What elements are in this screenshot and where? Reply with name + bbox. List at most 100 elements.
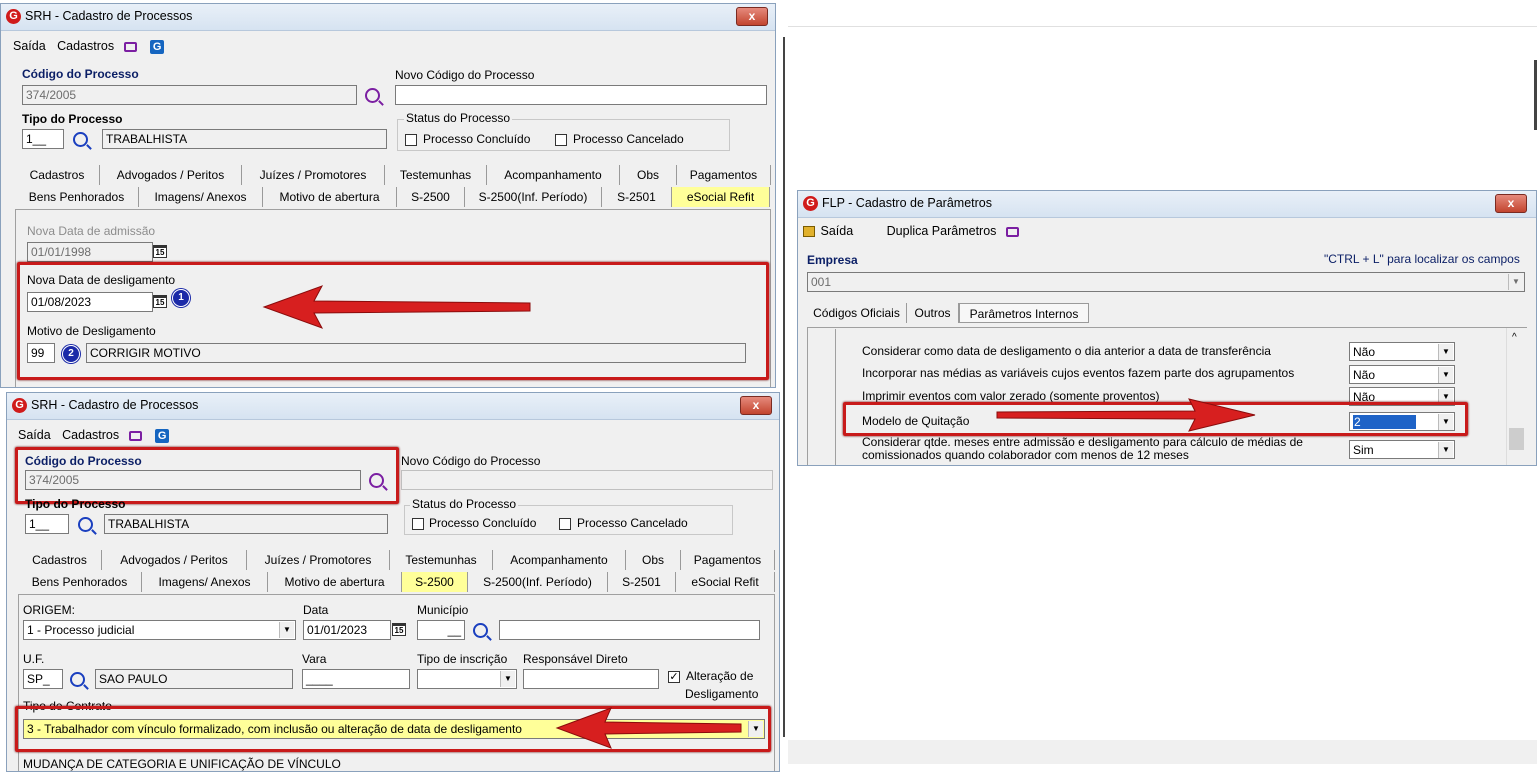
origem-select[interactable]: 1 - Processo judicial ▼: [23, 620, 296, 640]
tab-s2501[interactable]: S-2501: [608, 572, 676, 592]
param-label: Considerar como data de desligamento o d…: [862, 344, 1271, 358]
dropdown-arrow-icon[interactable]: ▼: [1438, 344, 1453, 360]
tab-advogados[interactable]: Advogados / Peritos: [102, 550, 247, 570]
calendar-icon[interactable]: 15: [392, 623, 406, 636]
tab-bens[interactable]: Bens Penhorados: [15, 187, 139, 207]
menu-saida[interactable]: Saída: [18, 428, 51, 442]
menu-cadastros[interactable]: Cadastros: [62, 428, 119, 442]
tab-esocial-refit[interactable]: eSocial Refit: [676, 572, 775, 592]
mudanca-label: MUDANÇA DE CATEGORIA E UNIFICAÇÃO DE VÍN…: [23, 757, 341, 771]
background-window: [788, 26, 1537, 179]
tab-s2500[interactable]: S-2500: [397, 187, 465, 207]
concluido-checkbox[interactable]: [412, 518, 424, 530]
tab-codigos-oficiais[interactable]: Códigos Oficiais: [807, 303, 907, 323]
menu-bar: Saída Cadastros G: [13, 39, 165, 54]
tab-juizes[interactable]: Juízes / Promotores: [247, 550, 390, 570]
concluido-checkbox[interactable]: [405, 134, 417, 146]
menu-cadastros[interactable]: Cadastros: [57, 39, 114, 53]
dropdown-arrow-icon[interactable]: ▼: [1438, 367, 1453, 383]
novo-codigo-field[interactable]: [395, 85, 767, 105]
tab-obs[interactable]: Obs: [626, 550, 681, 570]
search-icon[interactable]: [78, 517, 93, 532]
tab-motivo-abertura[interactable]: Motivo de abertura: [263, 187, 397, 207]
tab-acompanhamento[interactable]: Acompanhamento: [487, 165, 620, 185]
admissao-label: Nova Data de admissão: [27, 224, 156, 238]
tab-cadastros[interactable]: Cadastros: [18, 550, 102, 570]
uf-code-field[interactable]: SP_: [23, 669, 63, 689]
tab-bens[interactable]: Bens Penhorados: [18, 572, 142, 592]
cancelado-checkbox[interactable]: [559, 518, 571, 530]
tab-esocial-refit[interactable]: eSocial Refit: [672, 187, 770, 207]
dropdown-arrow-icon[interactable]: ▼: [279, 622, 294, 638]
app-logo-icon: G: [803, 196, 818, 211]
monitor-icon[interactable]: [1005, 226, 1019, 237]
data-label: Data: [303, 603, 329, 617]
search-icon[interactable]: [73, 132, 88, 147]
empresa-value: 001: [811, 275, 832, 289]
menu-saida[interactable]: Saída: [820, 224, 853, 238]
g-app-icon[interactable]: G: [155, 428, 170, 443]
menu-duplica[interactable]: Duplica Parâmetros: [887, 224, 997, 238]
param-label: Incorporar nas médias as variáveis cujos…: [862, 366, 1295, 380]
param-select[interactable]: Sim ▼: [1349, 440, 1455, 459]
param-select[interactable]: Não ▼: [1349, 342, 1455, 361]
alteracao-checkbox[interactable]: ✓: [668, 671, 680, 683]
scroll-up-icon[interactable]: ^: [1512, 332, 1517, 343]
tipo-code-field[interactable]: 1__: [25, 514, 69, 534]
monitor-icon[interactable]: [123, 41, 137, 52]
novo-codigo-label: Novo Código do Processo: [401, 454, 541, 468]
tab-juizes[interactable]: Juízes / Promotores: [242, 165, 385, 185]
responsavel-field[interactable]: [523, 669, 659, 689]
tab-parametros-internos[interactable]: Parâmetros Internos: [959, 303, 1089, 323]
municipio-value-field[interactable]: [499, 620, 760, 640]
tab-testemunhas[interactable]: Testemunhas: [390, 550, 493, 570]
tab-s2500-inf[interactable]: S-2500(Inf. Período): [468, 572, 608, 592]
tab-motivo-abertura[interactable]: Motivo de abertura: [268, 572, 402, 592]
close-button[interactable]: x: [1495, 194, 1527, 213]
vertical-scrollbar[interactable]: ^: [1506, 328, 1527, 465]
tab-s2500[interactable]: S-2500: [402, 572, 468, 592]
dropdown-arrow-icon[interactable]: ▼: [500, 671, 515, 687]
param-value: Não: [1353, 368, 1376, 382]
tab-imagens[interactable]: Imagens/ Anexos: [139, 187, 263, 207]
alteracao-label-1: Alteração de: [686, 669, 754, 683]
menu-saida[interactable]: Saída: [13, 39, 46, 53]
tipo-value-field: TRABALHISTA: [102, 129, 387, 149]
empresa-select[interactable]: 001 ▼: [807, 272, 1525, 292]
close-button[interactable]: x: [736, 7, 768, 26]
tipo-label: Tipo do Processo: [25, 497, 126, 511]
tab-s2500-inf[interactable]: S-2500(Inf. Período): [465, 187, 602, 207]
scroll-thumb[interactable]: [1509, 428, 1524, 450]
background-window-edge: [783, 37, 785, 737]
data-field[interactable]: 01/01/2023: [303, 620, 391, 640]
municipio-code-field[interactable]: __: [417, 620, 465, 640]
search-icon[interactable]: [70, 672, 85, 687]
tab-cadastros[interactable]: Cadastros: [15, 165, 100, 185]
tab-pagamentos[interactable]: Pagamentos: [681, 550, 775, 570]
search-icon[interactable]: [365, 88, 380, 103]
codigo-field[interactable]: 374/2005: [22, 85, 357, 105]
calendar-icon[interactable]: 15: [153, 245, 167, 258]
dropdown-arrow-icon[interactable]: ▼: [1438, 442, 1453, 458]
tab-pagamentos[interactable]: Pagamentos: [677, 165, 771, 185]
tipo-code-field[interactable]: 1__: [22, 129, 64, 149]
tab-imagens[interactable]: Imagens/ Anexos: [142, 572, 268, 592]
status-title: Status do Processo: [404, 111, 513, 125]
param-select[interactable]: Não ▼: [1349, 365, 1455, 384]
tab-testemunhas[interactable]: Testemunhas: [385, 165, 487, 185]
vara-field[interactable]: ____: [302, 669, 410, 689]
tab-outros[interactable]: Outros: [907, 303, 959, 323]
tab-obs[interactable]: Obs: [620, 165, 677, 185]
g-app-icon[interactable]: G: [150, 39, 165, 54]
codigo-label: Código do Processo: [22, 67, 139, 81]
tab-advogados[interactable]: Advogados / Peritos: [100, 165, 242, 185]
annotation-arrow: [555, 707, 742, 749]
monitor-icon[interactable]: [128, 430, 142, 441]
tipo-inscricao-select[interactable]: ▼: [417, 669, 517, 689]
tab-s2501[interactable]: S-2501: [602, 187, 672, 207]
tab-acompanhamento[interactable]: Acompanhamento: [493, 550, 626, 570]
cancelado-checkbox[interactable]: [555, 134, 567, 146]
dropdown-arrow-icon[interactable]: ▼: [1508, 274, 1523, 290]
close-button[interactable]: x: [740, 396, 772, 415]
search-icon[interactable]: [473, 623, 488, 638]
